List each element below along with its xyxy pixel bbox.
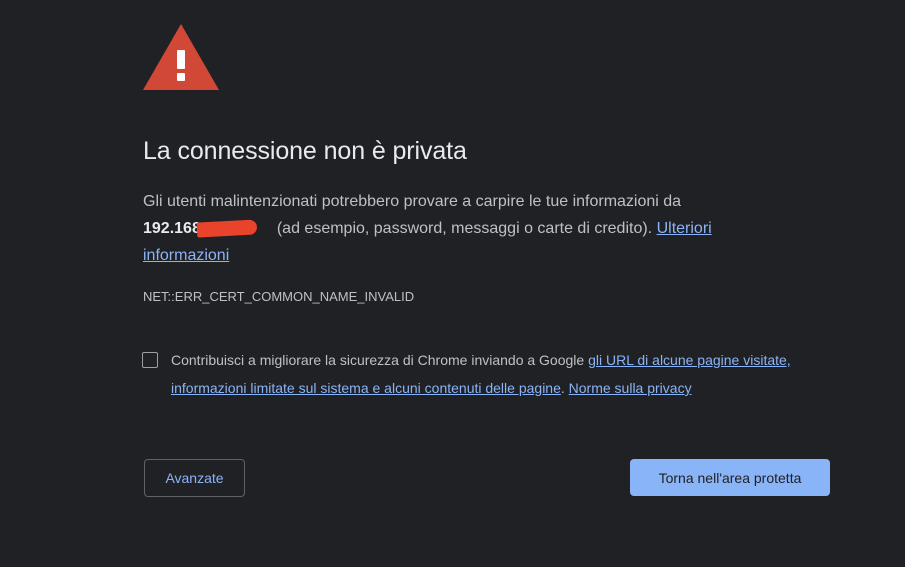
- page-title: La connessione non è privata: [143, 137, 467, 165]
- opt-in-separator: .: [560, 380, 565, 396]
- interstitial-page: La connessione non è privata Gli utenti …: [0, 0, 905, 567]
- intro-text: Gli utenti malintenzionati potrebbero pr…: [143, 193, 682, 210]
- warning-triangle-icon: [143, 24, 219, 90]
- details-text: (ad esempio, password, messaggi o carte …: [276, 220, 653, 237]
- main-message: Gli utenti malintenzionati potrebbero pr…: [143, 188, 743, 269]
- report-opt-in-checkbox[interactable]: [142, 352, 158, 368]
- opt-in-description: Contribuisci a migliorare la sicurezza d…: [171, 352, 585, 368]
- host-address-text: 192.168: [143, 220, 201, 237]
- error-code: NET::ERR_CERT_COMMON_NAME_INVALID: [143, 289, 415, 304]
- privacy-policy-link[interactable]: Norme sulla privacy: [569, 380, 692, 396]
- report-opt-in-text: Contribuisci a migliorare la sicurezza d…: [171, 346, 831, 402]
- back-to-safety-button[interactable]: Torna nell'area protetta: [630, 459, 830, 496]
- redaction-mark: [196, 219, 258, 238]
- advanced-button[interactable]: Avanzate: [144, 459, 245, 497]
- host-address: 192.168: [143, 219, 277, 238]
